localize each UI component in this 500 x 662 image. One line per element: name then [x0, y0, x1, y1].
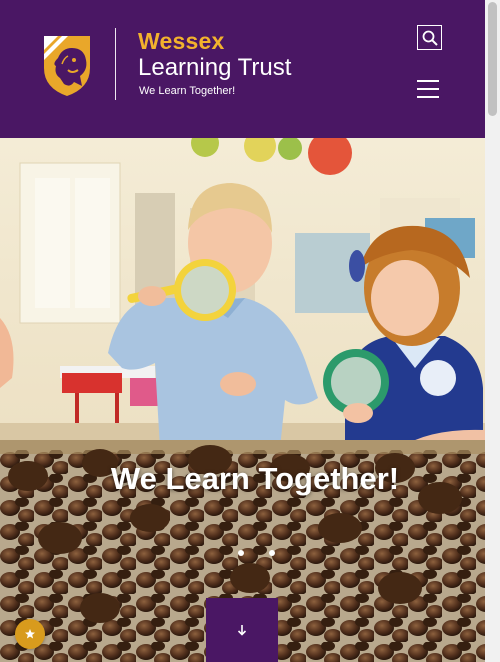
arrow-down-icon [237, 625, 247, 636]
brand-tagline: We Learn Together! [139, 85, 236, 97]
scrollbar-thumb[interactable] [488, 2, 497, 116]
lion-shield-icon [44, 36, 90, 96]
page: Wessex Learning Trust We Learn Together! [0, 0, 485, 662]
page-scrollbar[interactable] [485, 0, 500, 662]
menu-bar [417, 80, 439, 82]
scroll-down-button[interactable] [206, 598, 278, 662]
brand-subtitle: Learning Trust [138, 54, 292, 81]
brand-name: Wessex [138, 28, 225, 54]
slider-dot-2[interactable] [269, 550, 275, 556]
accessibility-badge[interactable] [15, 619, 45, 649]
site-header: Wessex Learning Trust We Learn Together! [0, 0, 485, 138]
hamburger-menu-icon[interactable] [417, 80, 439, 98]
menu-bar [417, 96, 439, 98]
search-icon [422, 30, 438, 46]
star-badge-icon [25, 629, 35, 639]
slider-dots [238, 550, 275, 556]
logo-divider [115, 28, 116, 100]
hero-title: We Learn Together! [110, 461, 400, 496]
menu-bar [417, 88, 439, 90]
search-button[interactable] [417, 25, 442, 50]
hero-banner: We Learn Together! [0, 138, 485, 662]
slider-dot-1[interactable] [238, 550, 244, 556]
children-with-magnifying-glasses-photo [0, 138, 485, 662]
